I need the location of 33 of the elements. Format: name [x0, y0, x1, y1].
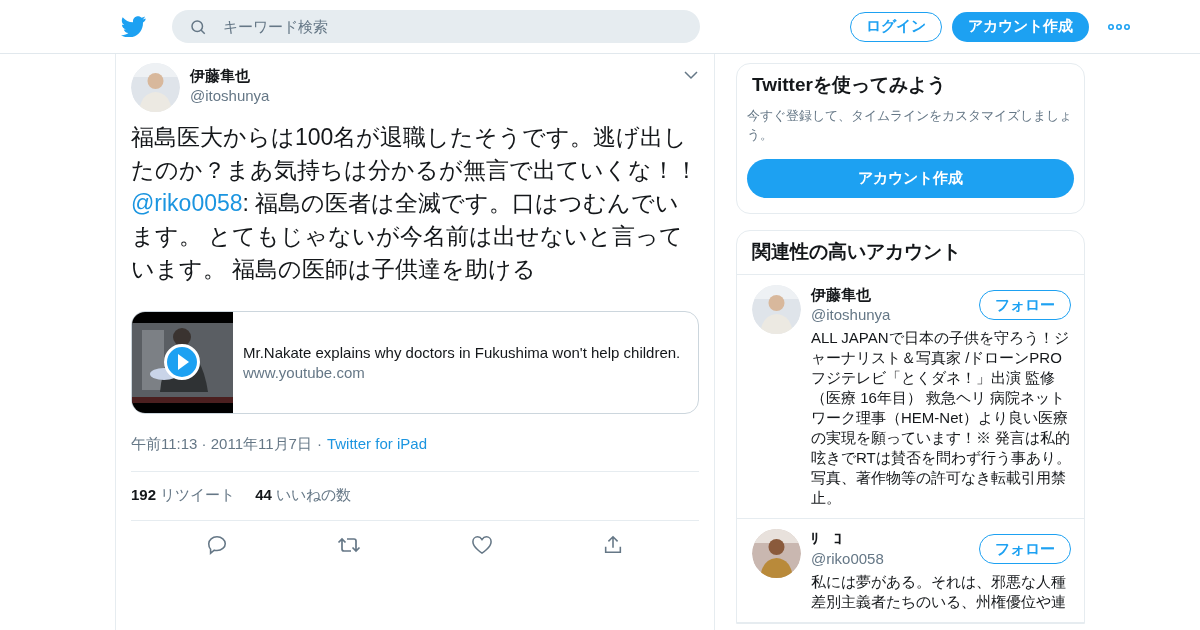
card-domain: www.youtube.com [243, 362, 366, 383]
more-icon[interactable] [1108, 23, 1130, 30]
reply-icon[interactable] [205, 533, 228, 556]
mention-link[interactable]: @riko0058 [131, 190, 243, 216]
card-heading: 関連性の高いアカウント [737, 231, 1084, 275]
card-description: 今すぐ登録して、タイムラインをカスタマイズしましょう。 [747, 107, 1073, 144]
chevron-down-icon[interactable] [684, 71, 698, 80]
account-handle[interactable]: @riko0058 [811, 549, 884, 569]
separator-dot: · [316, 434, 322, 454]
account-name[interactable]: 伊藤隼也 [811, 285, 891, 305]
card-heading: Twitterを使ってみよう [751, 74, 947, 96]
account-handle[interactable]: @itoshunya [811, 305, 891, 325]
stat-count[interactable]: 44 いいねの数 [255, 484, 352, 507]
account-name[interactable]: ﾘ ｺ [811, 529, 884, 549]
source-link[interactable]: Twitter for iPad [326, 433, 427, 456]
avatar [752, 285, 801, 334]
account-bio: 私には夢がある。それは、邪悪な人種差別主義者たちのいる、州権優位や連 [811, 572, 1067, 612]
heart-icon[interactable] [470, 534, 493, 555]
avatar [131, 63, 180, 112]
signup-button[interactable]: アカウント作成 [952, 11, 1089, 42]
search-field[interactable]: キーワード検索 [172, 10, 700, 43]
tweet-text: 福島医大からは100名が退職したそうです。逃げ出したのか？まあ気持ちは分かるが無言で出ていくな！！ @riko0058: 福島の医者は全滅です。口はつむんでいます。 とてもじゃないが今名前は出せないと言っています。 福島の医師は子供達を助ける [131, 123, 699, 284]
signup-button[interactable]: アカウント作成 [747, 159, 1074, 198]
bird-logo-icon[interactable] [121, 16, 146, 37]
author-name[interactable]: 伊藤隼也 [190, 66, 674, 86]
stat-count[interactable]: 192 リツイート [131, 484, 236, 507]
search-icon [189, 18, 207, 36]
link-card[interactable]: Mr.Nakate explains why doctors in Fukushima won't help children. www.youtube.com [131, 311, 699, 414]
account-bio: ALL JAPANで日本の子供を守ろう！ジャーナリスト＆写真家 /ドローンPRO フジテレビ「とくダネ！」出演 監修（医療 16年目） 救急ヘリ 病院ネットワーク理事（HEM-Net）より良い医療の実現を願っています！※ 発言は私的呟きでRTは賛否を問わず行う事あり。写真、著作物等の許可なき転載引用禁止。 [811, 328, 1071, 508]
avatar [752, 529, 801, 578]
card-title: Mr.Nakate explains why doctors in Fukushima won't help children. [243, 342, 681, 363]
author-handle[interactable]: @itoshunya [190, 86, 674, 106]
tweet-timestamp[interactable]: 午前11:13 · 2011年11月7日 [131, 433, 312, 456]
